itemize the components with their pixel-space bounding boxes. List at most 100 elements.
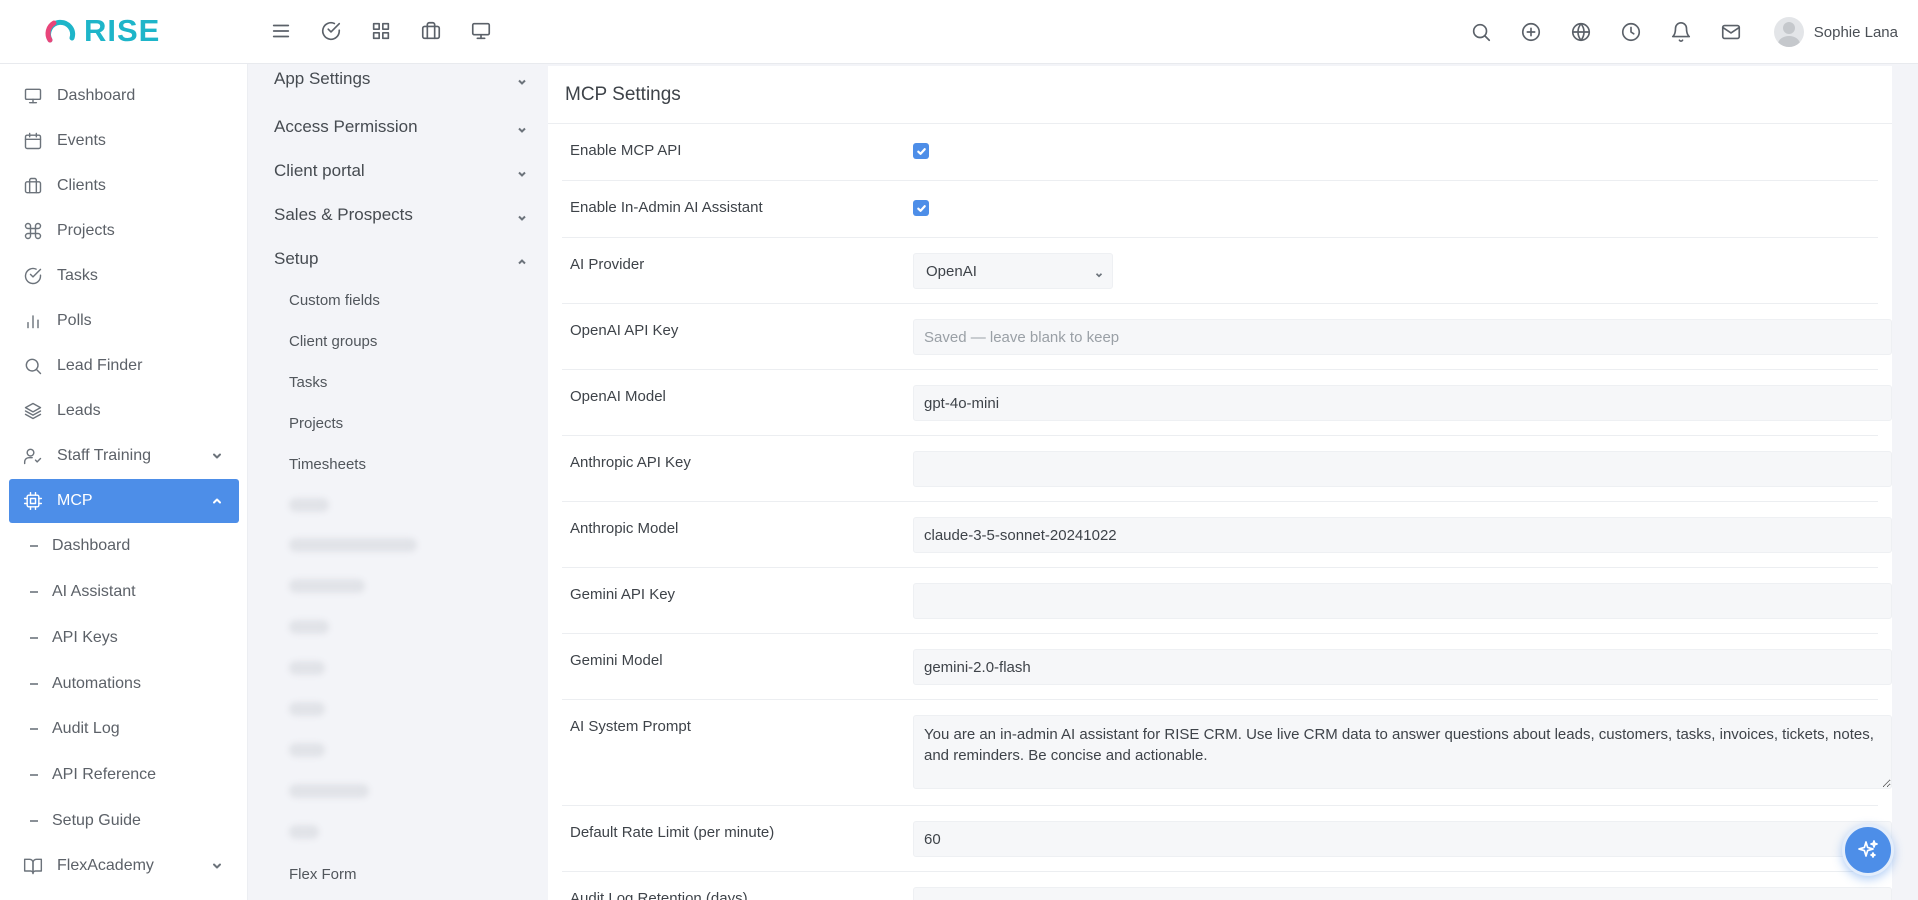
- settings-section-sales-prospects[interactable]: Sales & Prospects: [274, 200, 534, 230]
- sidebar-item-label: Leads: [57, 402, 101, 419]
- search-icon: [25, 358, 42, 375]
- notifications-button[interactable]: [1668, 19, 1694, 45]
- openai-model-input[interactable]: [913, 385, 1892, 421]
- setup-item-client-groups[interactable]: Client groups: [289, 333, 377, 350]
- messages-button[interactable]: [1718, 19, 1744, 45]
- chevron-down-icon: [211, 859, 223, 871]
- sidebar-item-polls[interactable]: Polls: [9, 299, 239, 343]
- row-openai-model: OpenAI Model: [562, 370, 1892, 436]
- chevron-up-icon: [516, 253, 528, 265]
- anthropic-api-key-input[interactable]: [913, 451, 1892, 487]
- dashboard-shortcut-button[interactable]: [468, 18, 494, 44]
- chevron-down-icon: [516, 209, 528, 221]
- top-navbar: RISE Sophie Lana: [0, 0, 1918, 64]
- sidebar-item-events[interactable]: Events: [9, 119, 239, 163]
- brand-logo[interactable]: RISE: [44, 13, 160, 49]
- check-circle-icon: [24, 267, 42, 285]
- section-label: Sales & Prospects: [274, 205, 413, 224]
- sidebar-item-label: Projects: [57, 222, 115, 239]
- blurred-item: [289, 661, 325, 675]
- settings-section-client-portal[interactable]: Client portal: [274, 156, 534, 186]
- setup-item-custom-fields[interactable]: Custom fields: [289, 292, 380, 309]
- blurred-item: [289, 538, 417, 552]
- mcp-sub-dashboard[interactable]: Dashboard: [30, 526, 230, 566]
- sub-item-label: Audit Log: [52, 720, 120, 737]
- sidebar-item-label: Clients: [57, 177, 106, 194]
- ai-provider-select[interactable]: OpenAI: [913, 253, 1113, 289]
- settings-section-access-permission[interactable]: Access Permission: [274, 112, 534, 142]
- sidebar-item-projects[interactable]: Projects: [9, 209, 239, 253]
- settings-menu: App Settings Access Permission Client po…: [249, 64, 547, 900]
- mcp-sub-ai-assistant[interactable]: AI Assistant: [30, 572, 230, 612]
- mcp-sub-audit-log[interactable]: Audit Log: [30, 709, 230, 749]
- rise-logo-icon: [45, 19, 76, 43]
- blurred-item: [289, 620, 329, 634]
- field-label: OpenAI API Key: [570, 322, 679, 339]
- briefcase-icon: [24, 177, 42, 194]
- settings-section-app-settings[interactable]: App Settings: [274, 64, 534, 94]
- search-icon: [1472, 23, 1490, 42]
- apps-grid-button[interactable]: [368, 18, 394, 44]
- language-button[interactable]: [1568, 19, 1594, 45]
- sub-item-label: API Keys: [52, 629, 118, 646]
- sidebar-item-clients[interactable]: Clients: [9, 164, 239, 208]
- menu-toggle-button[interactable]: [268, 18, 294, 44]
- quick-tasks-button[interactable]: [318, 18, 344, 44]
- mcp-sub-api-reference[interactable]: API Reference: [30, 755, 230, 795]
- sidebar-item-tasks[interactable]: Tasks: [9, 254, 239, 298]
- dash-icon: [30, 545, 38, 547]
- sidebar-item-label: Staff Training: [57, 447, 151, 464]
- chevron-down-icon: [211, 449, 223, 461]
- audit-retention-input[interactable]: [913, 887, 1892, 900]
- setup-item-projects[interactable]: Projects: [289, 415, 343, 432]
- dash-icon: [30, 683, 38, 685]
- sidebar-item-leads[interactable]: Leads: [9, 389, 239, 433]
- setup-item-flex-form[interactable]: Flex Form: [289, 866, 357, 883]
- sidebar-item-staff-training[interactable]: Staff Training: [9, 434, 239, 478]
- user-menu[interactable]: Sophie Lana: [1773, 17, 1898, 47]
- timer-button[interactable]: [1618, 19, 1644, 45]
- rate-limit-input[interactable]: [913, 821, 1892, 857]
- settings-section-setup[interactable]: Setup: [274, 244, 534, 274]
- sidebar-item-label: Dashboard: [57, 87, 136, 104]
- ai-assistant-fab[interactable]: [1842, 824, 1894, 876]
- enable-ai-checkbox[interactable]: [913, 200, 929, 216]
- sub-item-label: Automations: [52, 675, 141, 692]
- chevron-down-icon: [1094, 267, 1104, 278]
- search-button[interactable]: [1468, 19, 1494, 45]
- projects-shortcut-button[interactable]: [418, 18, 444, 44]
- sidebar-item-mcp[interactable]: MCP: [9, 479, 239, 523]
- mcp-sub-api-keys[interactable]: API Keys: [30, 618, 230, 658]
- row-ai-provider: AI Provider OpenAI: [562, 238, 1878, 304]
- sidebar-item-label: Tasks: [57, 267, 98, 284]
- select-value: OpenAI: [926, 262, 977, 280]
- anthropic-model-input[interactable]: [913, 517, 1892, 553]
- dash-icon: [30, 820, 38, 822]
- gemini-api-key-input[interactable]: [913, 583, 1892, 619]
- menu-icon: [272, 24, 290, 38]
- field-label: Enable MCP API: [570, 142, 682, 159]
- setup-item-tasks[interactable]: Tasks: [289, 374, 327, 391]
- openai-api-key-input[interactable]: [913, 319, 1892, 355]
- command-icon: [24, 222, 42, 240]
- chevron-down-icon: [516, 73, 528, 85]
- sidebar-item-lead-finder[interactable]: Lead Finder: [9, 344, 239, 388]
- enable-mcp-checkbox[interactable]: [913, 143, 929, 159]
- brand-name: RISE: [84, 13, 161, 48]
- calendar-icon: [24, 132, 42, 150]
- blurred-item: [289, 743, 325, 757]
- check-circle-icon: [321, 22, 341, 40]
- sidebar-item-dashboard[interactable]: Dashboard: [9, 74, 239, 118]
- row-gemini-key: Gemini API Key: [562, 568, 1892, 634]
- sidebar-item-label: FlexAcademy: [57, 857, 154, 874]
- quick-add-button[interactable]: [1518, 19, 1544, 45]
- sidebar-item-flexacademy[interactable]: FlexAcademy: [9, 844, 239, 888]
- field-label: OpenAI Model: [570, 388, 666, 405]
- gemini-model-input[interactable]: [913, 649, 1892, 685]
- sub-item-label: Dashboard: [52, 537, 131, 554]
- setup-item-timesheets[interactable]: Timesheets: [289, 456, 366, 473]
- mcp-sub-automations[interactable]: Automations: [30, 664, 230, 704]
- mcp-sub-setup-guide[interactable]: Setup Guide: [30, 801, 230, 841]
- ai-system-prompt-textarea[interactable]: You are an in-admin AI assistant for RIS…: [913, 715, 1892, 789]
- briefcase-icon: [421, 21, 441, 40]
